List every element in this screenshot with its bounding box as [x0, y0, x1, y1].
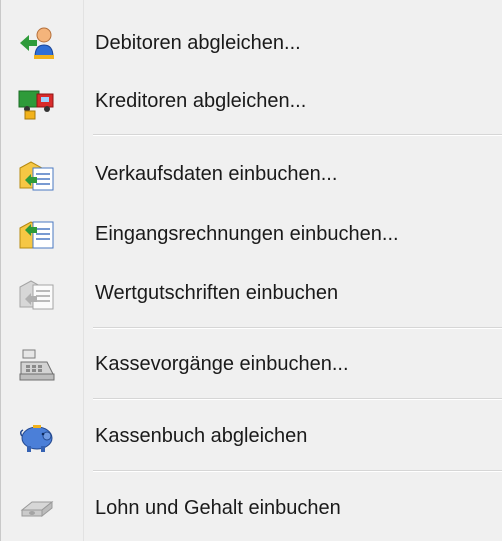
menu-item-kassevorgaenge-einbuchen[interactable]: Kassevorgänge einbuchen... — [1, 335, 502, 393]
menu-item-label: Wertgutschriften einbuchen — [95, 281, 339, 304]
menu-item-label: Kassenbuch abgleichen — [95, 424, 308, 447]
menu-item-label: Kassevorgänge einbuchen... — [95, 352, 349, 375]
menu-item-label: Eingangsrechnungen einbuchen... — [95, 222, 399, 245]
menu-item-wertgutschriften-einbuchen[interactable]: Wertgutschriften einbuchen — [1, 264, 502, 322]
menu-separator — [93, 398, 502, 400]
menu-separator — [93, 470, 502, 472]
menu-item-debitoren-abgleichen[interactable]: Debitoren abgleichen... — [1, 14, 502, 72]
piggy-bank-icon — [17, 416, 57, 456]
creditor-truck-icon — [17, 81, 57, 121]
menu-item-label: Debitoren abgleichen... — [95, 31, 301, 54]
cash-register-icon — [17, 344, 57, 384]
menu-item-kassenbuch-abgleichen[interactable]: Kassenbuch abgleichen — [1, 407, 502, 465]
menu-item-kreditoren-abgleichen[interactable]: Kreditoren abgleichen... — [1, 72, 502, 130]
payroll-icon — [17, 488, 57, 528]
menu-item-eingangsrechnungen-einbuchen[interactable]: Eingangsrechnungen einbuchen... — [1, 205, 502, 263]
menu-item-verkaufsdaten-einbuchen[interactable]: Verkaufsdaten einbuchen... — [1, 145, 502, 203]
menu-separator — [93, 327, 502, 329]
menu-item-lohn-und-gehalt-einbuchen[interactable]: Lohn und Gehalt einbuchen — [1, 479, 502, 537]
context-menu: Debitoren abgleichen... Kreditoren abgle… — [0, 0, 502, 541]
menu-item-label: Lohn und Gehalt einbuchen — [95, 496, 341, 519]
sales-import-icon — [17, 154, 57, 194]
invoice-import-icon — [17, 214, 57, 254]
credit-note-icon — [17, 273, 57, 313]
menu-separator — [93, 134, 502, 136]
menu-item-label: Kreditoren abgleichen... — [95, 89, 307, 112]
debtor-reconcile-icon — [17, 23, 57, 63]
menu-item-label: Verkaufsdaten einbuchen... — [95, 162, 338, 185]
